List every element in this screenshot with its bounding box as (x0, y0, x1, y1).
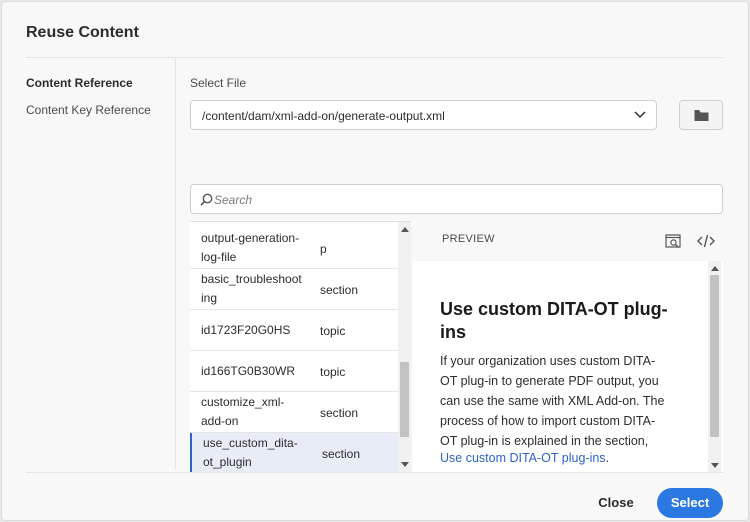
list-row-type: section (322, 447, 361, 461)
list-row-name-line: customize_xml- (201, 395, 285, 409)
search-field[interactable]: Search (190, 184, 723, 214)
list-row-name-line: ing (201, 291, 218, 305)
list-row-name-line: use_custom_dita- (203, 436, 298, 450)
list-row[interactable]: basic_troubleshooting section (190, 269, 398, 310)
preview-label: PREVIEW (442, 233, 495, 245)
list-row-type: section (320, 406, 359, 420)
preview-search-icon[interactable] (665, 234, 682, 249)
browse-folder-button[interactable] (679, 100, 723, 130)
close-button[interactable]: Close (591, 488, 641, 518)
preview-body-text: If your organization uses custom DITA- OT… (440, 351, 700, 451)
preview-scroll-down-arrow-icon[interactable] (711, 463, 719, 468)
list-row[interactable]: output-generation-log-file p (190, 228, 398, 269)
select-file-label: Select File (190, 76, 247, 90)
nav-divider (175, 58, 176, 470)
list-row-name-line: basic_troubleshoot (201, 272, 302, 286)
preview-body-line: process of how to import custom DITA- (440, 414, 656, 428)
list-row-type: topic (320, 324, 346, 338)
preview-heading-line: Use custom DITA-OT plug- (440, 299, 668, 319)
preview-body-line: If your organization uses custom DITA- (440, 354, 656, 368)
list-scrollbar-thumb[interactable] (400, 361, 409, 437)
preview-pane: Use custom DITA-OT plug-ins If your orga… (413, 261, 723, 473)
reuse-content-dialog: Reuse Content Content Reference Content … (1, 1, 749, 521)
preview-body-line: OT plug-in to generate PDF output, you (440, 374, 659, 388)
file-path-value: /content/dam/xml-add-on/generate-output.… (202, 109, 445, 123)
list-row[interactable]: customize_xml-add-on section (190, 392, 398, 433)
list-row-name: id1723F20G0HS (201, 321, 311, 340)
folder-icon (694, 110, 709, 121)
list-row-type: topic (320, 365, 346, 379)
preview-scrollbar-thumb[interactable] (710, 275, 719, 437)
preview-body-line: OT plug-in is explained in the section, (440, 434, 649, 448)
list-row-name: id166TG0B30WR (201, 362, 311, 381)
preview-link[interactable]: Use custom DITA-OT plug-ins (440, 451, 606, 465)
list-row-name-line: id166TG0B30WR (201, 364, 296, 378)
preview-heading: Use custom DITA-OT plug-ins (440, 298, 700, 344)
preview-body-line: can use the same with XML Add-on. The (440, 394, 665, 408)
list-row[interactable]: id1723F20G0HS topic (190, 310, 398, 351)
title-divider (26, 57, 724, 58)
list-row[interactable]: id166TG0B30WR topic (190, 351, 398, 392)
nav-item-content-reference[interactable]: Content Reference (26, 76, 133, 90)
nav-item-content-key-reference[interactable]: Content Key Reference (26, 103, 151, 117)
list-row-name: customize_xml-add-on (201, 393, 311, 431)
list-row-name-line: id1723F20G0HS (201, 323, 291, 337)
preview-scrollbar[interactable] (708, 261, 721, 473)
search-icon (200, 193, 213, 206)
list-row-name-line: log-file (201, 250, 237, 264)
file-path-dropdown[interactable]: /content/dam/xml-add-on/generate-output.… (190, 100, 657, 130)
select-button[interactable]: Select (657, 488, 723, 518)
list-row-name-line: ot_plugin (203, 455, 252, 469)
preview-link-suffix: . (605, 451, 610, 465)
preview-heading-line: ins (440, 322, 467, 342)
dialog-title: Reuse Content (26, 24, 139, 41)
list-row[interactable]: use_custom_dita-ot_plugin section (190, 433, 398, 472)
list-row-type: p (320, 242, 327, 256)
list-row-name: output-generation-log-file (201, 229, 311, 267)
list-row-name-line: output-generation- (201, 231, 300, 245)
element-list[interactable]: output-generation-log-file p basic_trouble… (190, 221, 411, 472)
list-row-type: section (320, 283, 359, 297)
search-placeholder: Search (214, 193, 253, 207)
chevron-down-icon (634, 111, 646, 119)
list-row-name: use_custom_dita-ot_plugin (203, 434, 313, 472)
list-scrollbar[interactable] (398, 222, 411, 472)
scroll-down-arrow-icon[interactable] (401, 462, 409, 467)
list-row-name-line: add-on (201, 414, 239, 428)
footer-divider (26, 472, 724, 473)
scroll-up-arrow-icon[interactable] (401, 227, 409, 232)
preview-scroll-up-arrow-icon[interactable] (711, 266, 719, 271)
list-row-name: basic_troubleshooting (201, 270, 311, 308)
code-icon[interactable] (697, 234, 715, 248)
preview-link-line: Use custom DITA-OT plug-ins. (440, 451, 609, 465)
